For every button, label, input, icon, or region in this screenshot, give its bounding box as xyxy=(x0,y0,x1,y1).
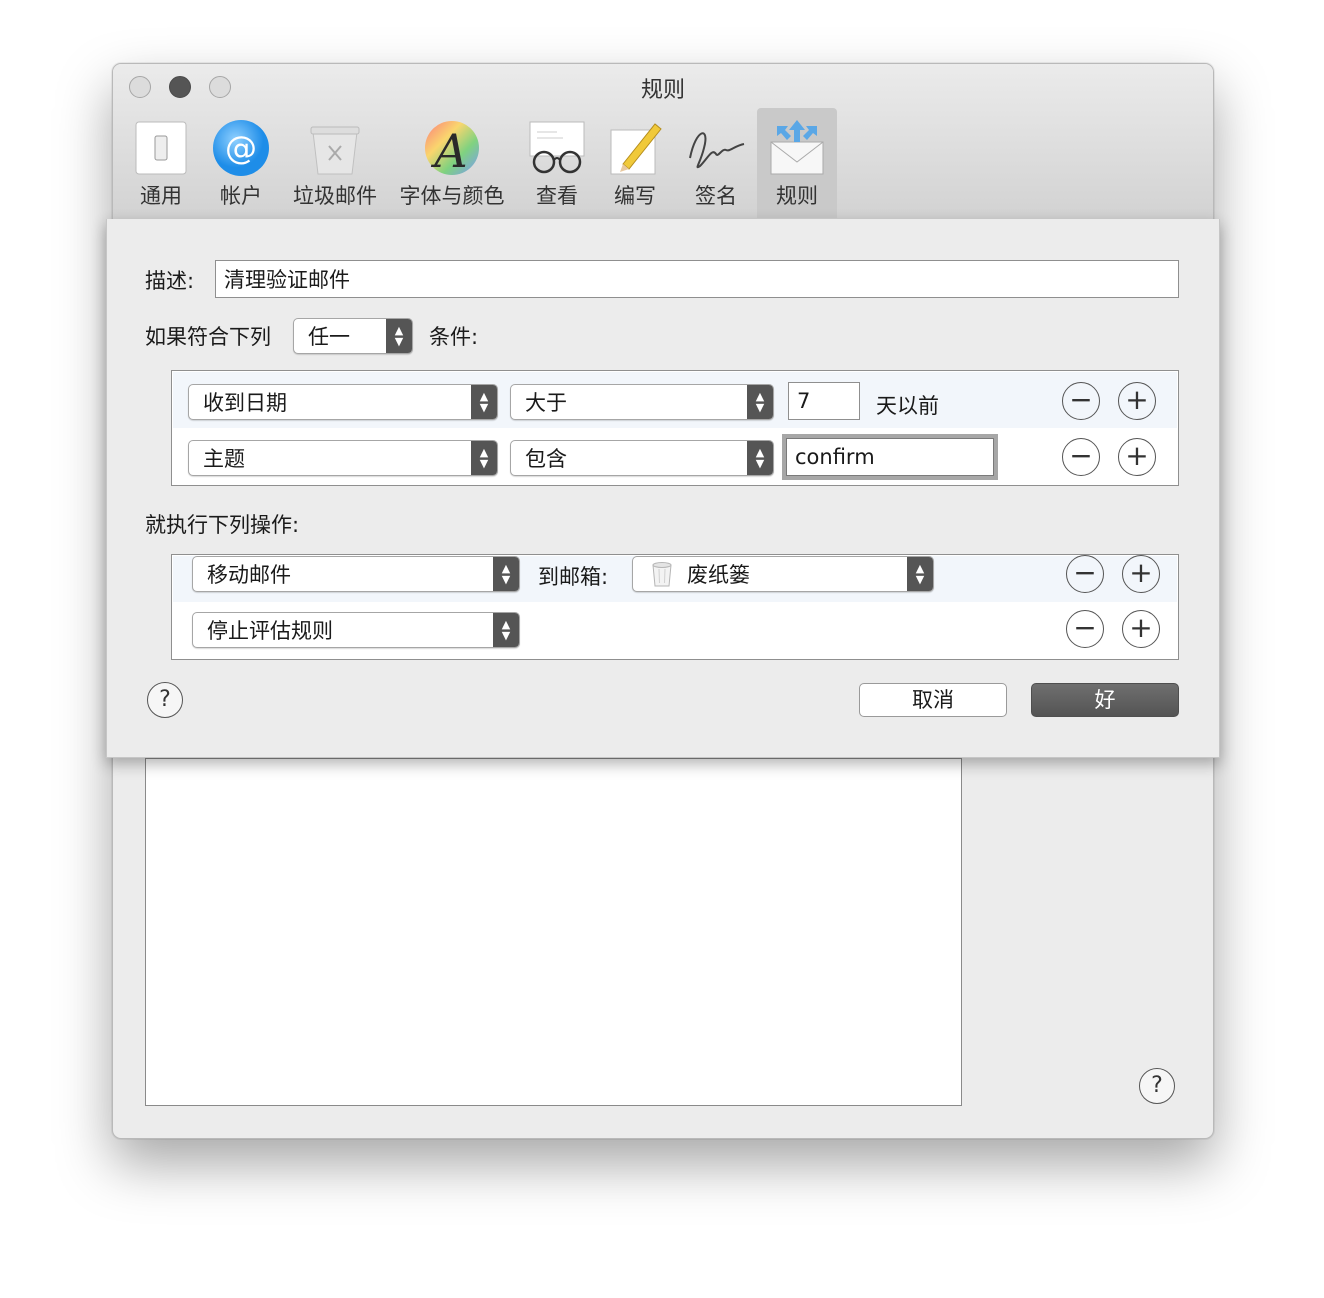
action-1-popup[interactable]: 移动邮件 ▲ ▼ xyxy=(192,556,520,592)
popup-arrows-icon: ▲ ▼ xyxy=(493,557,519,591)
tab-viewing-label: 查看 xyxy=(536,184,578,208)
condition-2-operator: 包含 xyxy=(525,447,567,471)
condition-2-value-field[interactable]: confirm xyxy=(786,438,994,476)
actions-list: 移动邮件 ▲ ▼ 到邮箱: 废纸篓 ▲ ▼ − + 停止评估规则 ▲ ▼ − + xyxy=(171,554,1179,660)
condition-1-field-popup[interactable]: 收到日期 ▲ ▼ xyxy=(188,384,498,420)
match-mode-value: 任一 xyxy=(308,325,350,349)
tab-fonts-colors[interactable]: A 字体与颜色 xyxy=(393,108,511,218)
tab-accounts-label: 帐户 xyxy=(220,184,262,208)
window-title: 规则 xyxy=(640,78,685,103)
tab-signatures-label: 签名 xyxy=(695,184,737,208)
ok-button[interactable]: 好 xyxy=(1031,683,1179,717)
rules-list[interactable] xyxy=(145,758,962,1106)
condition-1-value-field[interactable]: 7 xyxy=(788,382,860,420)
action-2-popup[interactable]: 停止评估规则 ▲ ▼ xyxy=(192,612,520,648)
tab-fonts-colors-label: 字体与颜色 xyxy=(399,184,505,208)
action-1-add-button[interactable]: + xyxy=(1122,555,1160,593)
popup-arrows-icon: ▲ ▼ xyxy=(386,319,412,353)
popup-arrows-icon: ▲ ▼ xyxy=(471,385,497,419)
tab-junk-label: 垃圾邮件 xyxy=(293,184,377,208)
actions-label: 就执行下列操作: xyxy=(145,513,300,537)
condition-1-remove-button[interactable]: − xyxy=(1062,382,1100,420)
condition-2-remove-button[interactable]: − xyxy=(1062,438,1100,476)
rules-envelope-icon xyxy=(767,118,827,178)
popup-arrows-icon: ▲ ▼ xyxy=(907,557,933,591)
popup-arrows-icon: ▲ ▼ xyxy=(471,441,497,475)
action-1-target-popup[interactable]: 废纸篓 ▲ ▼ xyxy=(632,556,934,592)
rule-edit-sheet: 描述: 清理验证邮件 如果符合下列 任一 ▲ ▼ 条件: 收到日期 ▲ ▼ 大于 ▲… xyxy=(106,219,1220,758)
title-bar: 规则 通用 @ 帐户 垃圾邮件 A 字体与颜色 查看 编写 签名 规则 xyxy=(113,64,1213,221)
action-2-add-button[interactable]: + xyxy=(1122,610,1160,648)
svg-text:A: A xyxy=(430,124,467,178)
condition-2-operator-popup[interactable]: 包含 ▲ ▼ xyxy=(510,440,774,476)
tab-composing[interactable]: 编写 xyxy=(597,108,673,218)
tab-signatures[interactable]: 签名 xyxy=(679,108,753,218)
condition-1-operator: 大于 xyxy=(525,391,567,415)
description-label: 描述: xyxy=(145,269,195,293)
condition-1-field: 收到日期 xyxy=(203,391,287,415)
pencil-paper-icon xyxy=(605,118,665,178)
condition-2-add-button[interactable]: + xyxy=(1118,438,1156,476)
tab-general-label: 通用 xyxy=(140,184,182,208)
tab-accounts[interactable]: @ 帐户 xyxy=(203,108,279,218)
condition-2-field-popup[interactable]: 主题 ▲ ▼ xyxy=(188,440,498,476)
action-1-target-value: 废纸篓 xyxy=(687,563,750,587)
popup-arrows-icon: ▲ ▼ xyxy=(493,613,519,647)
tab-junk[interactable]: 垃圾邮件 xyxy=(283,108,387,218)
tab-composing-label: 编写 xyxy=(614,184,656,208)
match-prefix-label: 如果符合下列 xyxy=(145,325,271,349)
description-field[interactable]: 清理验证邮件 xyxy=(215,260,1179,298)
switch-icon xyxy=(131,118,191,178)
action-2-value: 停止评估规则 xyxy=(207,619,333,643)
condition-1-operator-popup[interactable]: 大于 ▲ ▼ xyxy=(510,384,774,420)
tab-viewing[interactable]: 查看 xyxy=(517,108,597,218)
glasses-icon xyxy=(527,118,587,178)
sheet-help-button[interactable]: ? xyxy=(147,682,183,718)
condition-2-field: 主题 xyxy=(203,447,245,471)
conditions-list: 收到日期 ▲ ▼ 大于 ▲ ▼ 7 天以前 − + 主题 ▲ ▼ 包含 ▲ ▼ conf… xyxy=(171,370,1179,486)
cancel-button[interactable]: 取消 xyxy=(859,683,1007,717)
svg-text:@: @ xyxy=(225,129,257,167)
junk-trash-icon xyxy=(305,118,365,178)
condition-1-unit-label: 天以前 xyxy=(876,394,939,418)
condition-1-add-button[interactable]: + xyxy=(1118,382,1156,420)
trash-icon xyxy=(651,561,673,587)
tab-rules-label: 规则 xyxy=(776,184,818,208)
popup-arrows-icon: ▲ ▼ xyxy=(747,441,773,475)
action-2-remove-button[interactable]: − xyxy=(1066,610,1104,648)
popup-arrows-icon: ▲ ▼ xyxy=(747,385,773,419)
action-1-value: 移动邮件 xyxy=(207,563,291,587)
at-sign-icon: @ xyxy=(211,118,271,178)
window-help-button[interactable]: ? xyxy=(1139,1068,1175,1104)
action-1-remove-button[interactable]: − xyxy=(1066,555,1104,593)
match-suffix-label: 条件: xyxy=(429,325,479,349)
action-1-target-label: 到邮箱: xyxy=(538,565,609,589)
match-mode-popup[interactable]: 任一 ▲ ▼ xyxy=(293,318,413,354)
signature-icon xyxy=(686,118,746,178)
font-color-icon: A xyxy=(422,118,482,178)
tab-general[interactable]: 通用 xyxy=(123,108,199,218)
tab-rules[interactable]: 规则 xyxy=(757,108,837,218)
